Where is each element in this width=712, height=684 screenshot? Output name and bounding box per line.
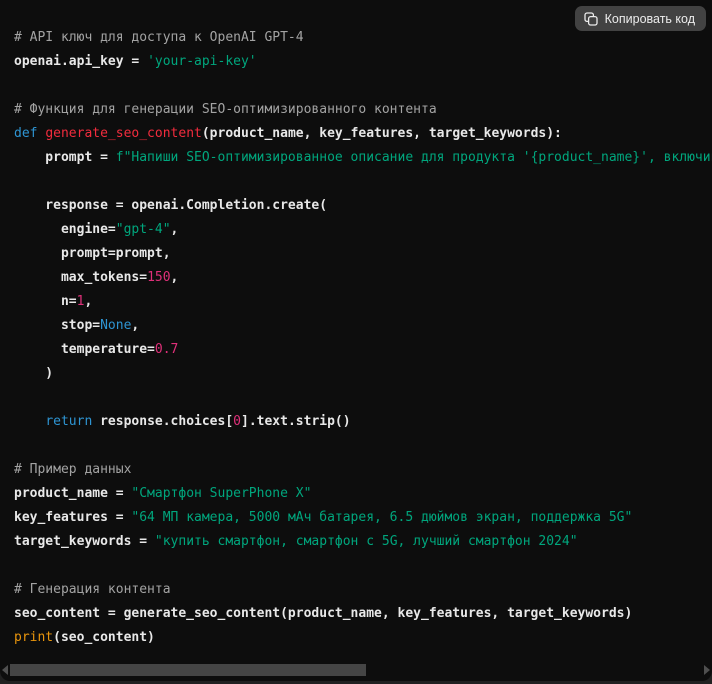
code-line: n=1, bbox=[14, 290, 712, 314]
code-line bbox=[14, 386, 712, 410]
code-line: temperature=0.7 bbox=[14, 338, 712, 362]
code-line: max_tokens=150, bbox=[14, 266, 712, 290]
code-line: openai.api_key = 'your-api-key' bbox=[14, 50, 712, 74]
scrollbar-thumb[interactable] bbox=[10, 664, 366, 676]
scroll-right-arrow-icon[interactable] bbox=[704, 665, 710, 675]
code-block: Копировать код # API ключ для доступа к … bbox=[0, 0, 712, 681]
code-line: # Пример данных bbox=[14, 458, 712, 482]
code-line bbox=[14, 170, 712, 194]
code-line: return response.choices[0].text.strip() bbox=[14, 410, 712, 434]
code-line: def generate_seo_content(product_name, k… bbox=[14, 122, 712, 146]
code-line: prompt = f"Напиши SEO-оптимизированное о… bbox=[14, 146, 712, 170]
code-line: ) bbox=[14, 362, 712, 386]
code-line bbox=[14, 434, 712, 458]
horizontal-scrollbar[interactable] bbox=[0, 661, 712, 678]
page: { "page": { "background": "#212121" }, "… bbox=[0, 0, 712, 684]
code-line: # Функция для генерации SEO-оптимизирова… bbox=[14, 98, 712, 122]
code-line: key_features = "64 МП камера, 5000 мАч б… bbox=[14, 506, 712, 530]
scroll-left-arrow-icon[interactable] bbox=[2, 665, 8, 675]
code-line: product_name = "Смартфон SuperPhone X" bbox=[14, 482, 712, 506]
code-line: print(seo_content) bbox=[14, 626, 712, 650]
code-content: # API ключ для доступа к OpenAI GPT-4ope… bbox=[14, 26, 712, 650]
code-line: # Генерация контента bbox=[14, 578, 712, 602]
code-line: seo_content = generate_seo_content(produ… bbox=[14, 602, 712, 626]
code-line bbox=[14, 554, 712, 578]
copy-code-button[interactable]: Копировать код bbox=[575, 6, 706, 31]
code-line: response = openai.Completion.create( bbox=[14, 194, 712, 218]
code-line: engine="gpt-4", bbox=[14, 218, 712, 242]
code-line: stop=None, bbox=[14, 314, 712, 338]
code-line: target_keywords = "купить смартфон, смар… bbox=[14, 530, 712, 554]
copy-button-label: Копировать код bbox=[605, 12, 695, 26]
code-line: prompt=prompt, bbox=[14, 242, 712, 266]
code-line bbox=[14, 74, 712, 98]
copy-icon bbox=[584, 12, 598, 26]
